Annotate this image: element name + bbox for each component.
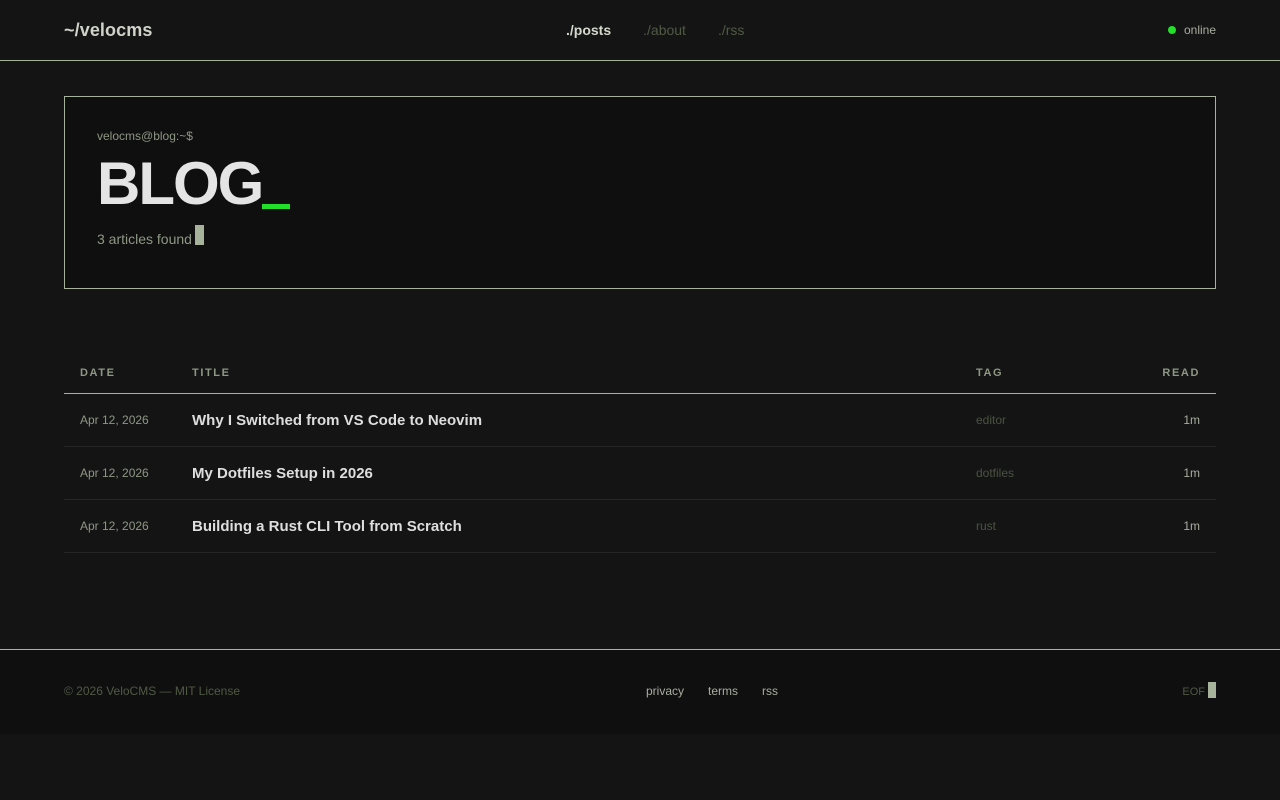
table-row[interactable]: Apr 12, 2026 Building a Rust CLI Tool fr… — [64, 500, 1216, 553]
status-label: online — [1183, 23, 1216, 37]
post-title-link[interactable]: Why I Switched from VS Code to Neovim — [192, 412, 976, 429]
column-header-tag: TAG — [976, 366, 1004, 379]
nav-link-rss[interactable]: ./rss — [718, 22, 744, 38]
post-read-time: 1m — [1183, 519, 1200, 533]
column-header-read: READ — [1162, 366, 1200, 379]
table-row[interactable]: Apr 12, 2026 My Dotfiles Setup in 2026 d… — [64, 447, 1216, 500]
column-header-date: DATE — [80, 366, 116, 379]
eof-text: EOF — [1182, 686, 1205, 698]
post-tag[interactable]: rust — [976, 519, 1116, 533]
post-title-link[interactable]: My Dotfiles Setup in 2026 — [192, 465, 976, 482]
copyright-text: © 2026 VeloCMS — MIT License — [64, 684, 241, 698]
table-row[interactable]: Apr 12, 2026 Why I Switched from VS Code… — [64, 394, 1216, 447]
posts-table: DATE TITLE TAG READ Apr 12, 2026 Why I S… — [64, 352, 1216, 553]
hero-terminal-panel: velocms@blog:~$ BLOG 3 articles found — [64, 96, 1216, 289]
block-cursor-icon — [194, 225, 204, 245]
status-indicator: online — [1167, 23, 1216, 37]
post-read-time: 1m — [1183, 413, 1200, 427]
footer-link-privacy[interactable]: privacy — [646, 684, 684, 698]
footer-link-terms[interactable]: terms — [708, 684, 738, 698]
post-read-time: 1m — [1183, 466, 1200, 480]
column-header-title: TITLE — [192, 366, 231, 379]
nav-link-about[interactable]: ./about — [643, 22, 686, 38]
nav-link-posts[interactable]: ./posts — [566, 22, 611, 38]
page-title-text: BLOG — [97, 150, 264, 217]
main-nav: ./posts ./about ./rss — [566, 0, 776, 60]
terminal-prompt: velocms@blog:~$ — [97, 129, 193, 143]
site-footer: © 2026 VeloCMS — MIT License privacy ter… — [0, 649, 1280, 734]
post-tag[interactable]: dotfiles — [976, 466, 1116, 480]
post-date: Apr 12, 2026 — [80, 519, 149, 533]
site-header: ~/velocms ./posts ./about ./rss online — [0, 0, 1280, 61]
article-count: 3 articles found — [97, 225, 1183, 249]
article-count-text: 3 articles found — [97, 231, 192, 247]
eof-marker: EOF — [1182, 682, 1216, 698]
table-header-row: DATE TITLE TAG READ — [64, 352, 1216, 394]
post-date: Apr 12, 2026 — [80, 466, 149, 480]
status-dot-icon — [1167, 26, 1176, 34]
footer-link-rss[interactable]: rss — [762, 684, 778, 698]
post-tag[interactable]: editor — [976, 413, 1116, 427]
site-logo[interactable]: ~/velocms — [64, 20, 152, 41]
footer-links: privacy terms rss — [646, 684, 802, 698]
underscore-cursor-icon — [262, 204, 291, 209]
post-title-link[interactable]: Building a Rust CLI Tool from Scratch — [192, 518, 976, 535]
post-date: Apr 12, 2026 — [80, 413, 149, 427]
block-cursor-icon — [1208, 682, 1216, 698]
page-title: BLOG — [97, 153, 1183, 215]
